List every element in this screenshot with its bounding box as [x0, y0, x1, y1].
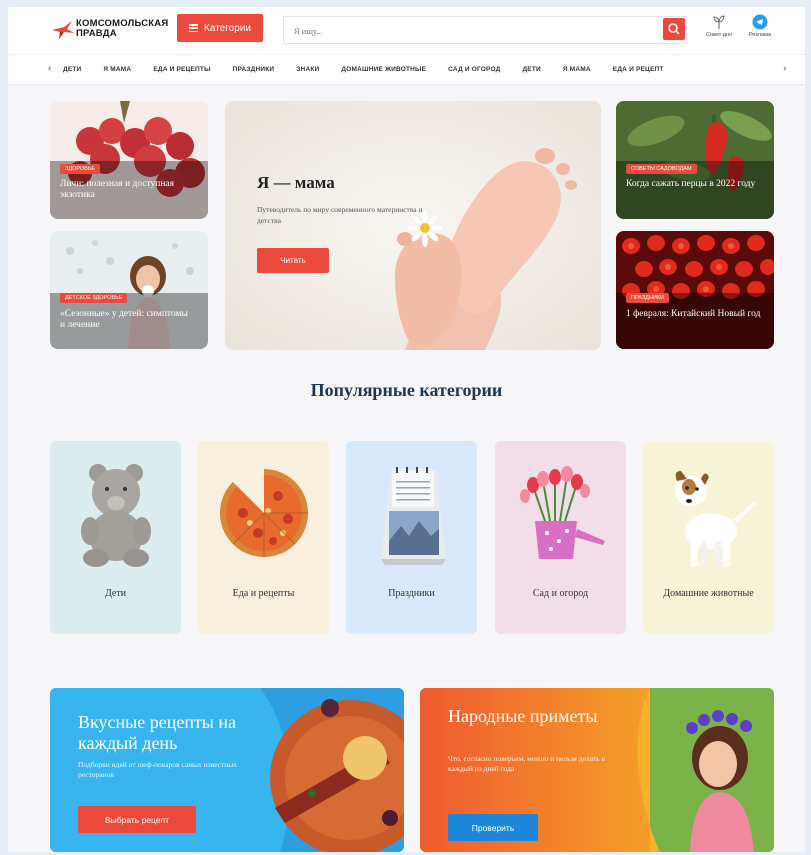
nav-item-food-2[interactable]: ЕДА И РЕЦЕПТ	[613, 66, 664, 73]
tag-gardening: СОВЕТЫ САДОВОДАМ	[626, 164, 697, 174]
hero-title: Я — мама	[257, 173, 335, 192]
tulips-watering-can-image	[520, 466, 605, 559]
category-label-holidays: Праздники	[388, 588, 435, 599]
categories-button[interactable]: Категории	[177, 14, 263, 42]
nav-prev-arrow[interactable]: ‹	[48, 63, 51, 74]
telegram-icon	[752, 14, 768, 30]
choose-recipe-button[interactable]: Выбрать рецепт	[78, 806, 196, 833]
promo-signs[interactable]: Народные приметы Что, согласно поверьям,…	[420, 688, 774, 852]
article-card-chinese-new-year[interactable]: ПРАЗДНИКИ 1 февраля: Китайский Новый год	[616, 231, 774, 349]
promo-recipes[interactable]: Вкусные рецепты на каждый день Подборки …	[50, 688, 404, 852]
logo-text: КОМСОМОЛЬСКАЯ ПРАВДА	[76, 19, 168, 39]
article-title-chinese-new-year: 1 февраля: Китайский Новый год	[626, 309, 761, 319]
article-title-allergy: «Сезонные» у детей: симптомы и лечение	[60, 309, 188, 330]
category-card-garden[interactable]: Сад и огород	[495, 441, 626, 634]
article-card-peppers[interactable]: СОВЕТЫ САДОВОДАМ Когда сажать перцы в 20…	[616, 101, 774, 219]
ads-link[interactable]: Реклама	[743, 14, 777, 38]
search-input[interactable]	[292, 21, 656, 40]
category-label-pets: Домашние животные	[663, 588, 754, 599]
sprout-icon	[713, 15, 725, 29]
category-label-garden: Сад и огород	[532, 588, 589, 599]
category-label-deti: Дети	[104, 588, 127, 599]
puppy-image	[675, 471, 757, 566]
promo-recipes-title: Вкусные рецепты на каждый день	[78, 712, 237, 753]
category-nav: ‹ ДЕТИ Я МАМА ЕДА И РЕЦЕПТЫ ПРАЗДНИКИ ЗН…	[8, 54, 805, 85]
search-button[interactable]	[663, 18, 685, 40]
pizza-image	[220, 468, 308, 557]
logo-star-icon	[52, 21, 74, 39]
promo-signs-subtitle: Что, согласно поверьям, можно и нельзя д…	[448, 754, 606, 773]
search-box	[283, 16, 687, 44]
promo-recipes-subtitle: Подборки идей от шеф-поваров самых извес…	[78, 760, 238, 779]
promo-signs-title: Народные приметы	[448, 706, 598, 726]
lanterns-image	[616, 231, 774, 349]
article-card-allergy[interactable]: ДЕТСКОЕ ЗДОРОВЬЕ «Сезонные» у детей: сим…	[50, 231, 208, 349]
article-title-lychee: Личи: полезная и доступная экзотика	[60, 179, 175, 200]
ads-label: Реклама	[748, 32, 772, 38]
tag-child-health: ДЕТСКОЕ ЗДОРОВЬЕ	[60, 293, 128, 303]
logo-line2: ПРАВДА	[76, 28, 117, 39]
lychee-image	[50, 101, 208, 219]
nav-next-arrow[interactable]: ›	[783, 63, 786, 74]
category-card-pets[interactable]: Домашние животные	[643, 441, 774, 634]
search-icon	[668, 23, 680, 35]
garden-tip-link[interactable]: Совет дня	[702, 14, 736, 38]
page: КОМСОМОЛЬСКАЯ ПРАВДА Категории Совет дня	[8, 7, 805, 852]
popular-categories-title: Популярные категории	[310, 380, 503, 400]
nav-item-ya-mama-2[interactable]: Я МАМА	[563, 66, 591, 73]
nav-item-deti-2[interactable]: ДЕТИ	[522, 66, 540, 73]
hero-subtitle: Путеводитель по миру современного матери…	[257, 205, 423, 225]
tag-holidays: ПРАЗДНИКИ	[626, 293, 669, 303]
hero-banner-mama[interactable]: Я — мама Путеводитель по миру современно…	[225, 101, 601, 350]
teddy-bear-image	[81, 464, 151, 567]
nav-item-holidays[interactable]: ПРАЗДНИКИ	[233, 66, 275, 73]
category-card-food[interactable]: Еда и рецепты	[198, 441, 329, 634]
nav-item-deti[interactable]: ДЕТИ	[63, 66, 81, 73]
category-label-food: Еда и рецепты	[232, 588, 295, 599]
peppers-image	[616, 101, 774, 219]
category-card-deti[interactable]: Дети	[50, 441, 181, 634]
calendar-image	[381, 467, 446, 565]
tag-health: ЗДОРОВЬЕ	[60, 164, 101, 174]
nav-item-food[interactable]: ЕДА И РЕЦЕПТЫ	[153, 66, 210, 73]
nav-item-signs[interactable]: ЗНАКИ	[296, 66, 319, 73]
nav-item-ya-mama[interactable]: Я МАМА	[103, 66, 131, 73]
child-image	[50, 231, 208, 349]
hero-read-button[interactable]: Читать	[257, 248, 329, 273]
article-card-lychee[interactable]: ЗДОРОВЬЕ Личи: полезная и доступная экзо…	[50, 101, 208, 219]
site-logo[interactable]: КОМСОМОЛЬСКАЯ ПРАВДА	[52, 17, 172, 43]
nav-item-garden[interactable]: САД И ОГОРОД	[448, 66, 500, 73]
categories-button-label: Категории	[204, 22, 251, 34]
category-card-holidays[interactable]: Праздники	[346, 441, 477, 634]
garden-tip-label: Совет дня	[705, 32, 733, 38]
header: КОМСОМОЛЬСКАЯ ПРАВДА Категории Совет дня	[8, 7, 805, 54]
check-button[interactable]: Проверить	[448, 814, 538, 841]
nav-item-pets[interactable]: ДОМАШНИЕ ЖИВОТНЫЕ	[341, 66, 426, 73]
nav-items: ДЕТИ Я МАМА ЕДА И РЕЦЕПТЫ ПРАЗДНИКИ ЗНАК…	[63, 55, 783, 84]
article-title-peppers: Когда сажать перцы в 2022 году	[626, 179, 756, 189]
menu-icon	[189, 24, 199, 32]
